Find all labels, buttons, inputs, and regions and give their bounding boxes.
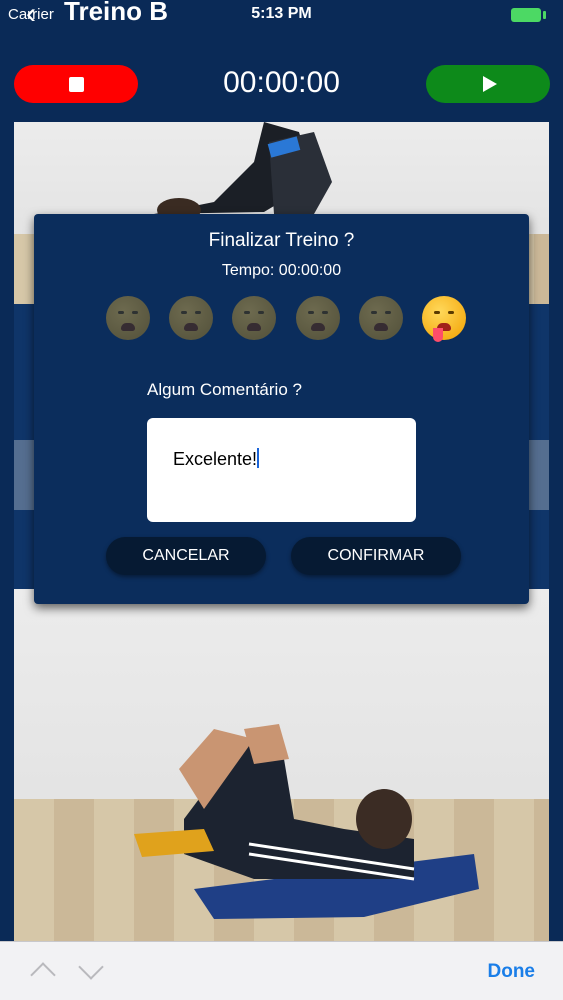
play-icon [482, 76, 497, 92]
emoji-rating-4-icon[interactable] [295, 296, 340, 340]
finish-workout-dialog: Finalizar Treino ? Tempo: 00:00:00 Algum… [34, 214, 529, 604]
battery-icon [511, 8, 549, 22]
keyboard-accessory-bar: Done [0, 941, 563, 1000]
rating-emojis [106, 296, 466, 344]
emoji-rating-5-icon[interactable] [358, 296, 403, 340]
exercise-image [14, 589, 549, 941]
dialog-time: Tempo: 00:00:00 [221, 262, 342, 279]
emoji-rating-3-icon[interactable] [232, 296, 277, 340]
dialog-title: Finalizar Treino ? [208, 230, 355, 251]
text-caret [257, 448, 260, 468]
back-icon[interactable]: ‹ [26, 0, 36, 31]
confirm-button[interactable]: CONFIRMAR [291, 537, 461, 575]
chevron-up-icon[interactable] [30, 962, 56, 988]
play-button[interactable] [426, 65, 550, 103]
done-button[interactable]: Done [488, 961, 536, 983]
comment-label: Algum Comentário ? [147, 380, 302, 399]
comment-input[interactable]: Excelente! [147, 418, 416, 522]
comment-value: Excelente! [173, 449, 258, 469]
chevron-down-icon[interactable] [78, 954, 104, 980]
emoji-rating-6-icon[interactable] [421, 296, 466, 342]
emoji-rating-1-icon[interactable] [106, 296, 150, 340]
workout-controls: 00:00:00 [0, 62, 563, 108]
cancel-button[interactable]: CANCELAR [106, 537, 266, 575]
emoji-rating-2-icon[interactable] [169, 296, 214, 340]
page-title: Treino B [64, 0, 169, 26]
